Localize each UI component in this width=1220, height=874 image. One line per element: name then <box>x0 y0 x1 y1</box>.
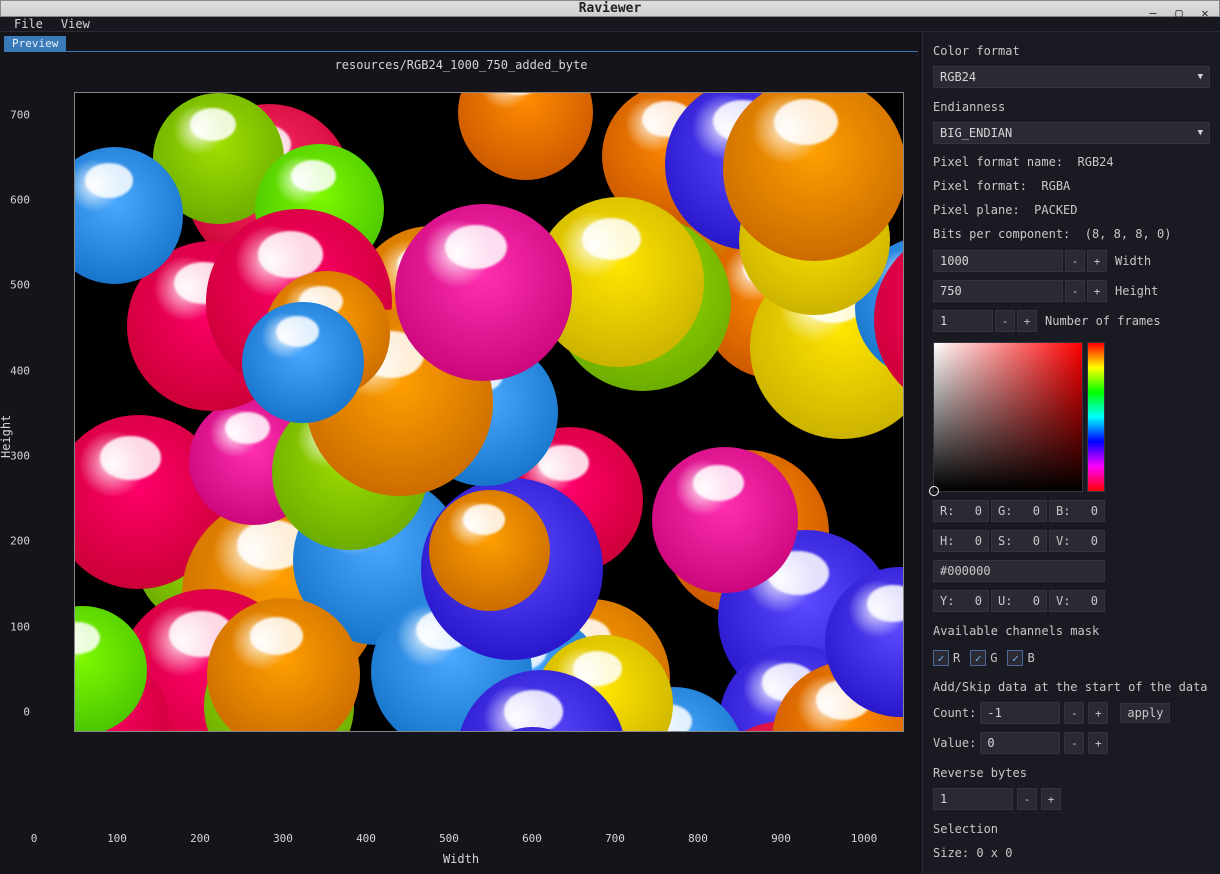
g-field[interactable]: G:0 <box>991 500 1047 522</box>
menu-file[interactable]: File <box>14 17 43 31</box>
width-input[interactable]: 1000 <box>933 250 1063 272</box>
reverse-input[interactable]: 1 <box>933 788 1013 810</box>
axis-y-ticks: 0100200300400500600700 <box>4 72 34 712</box>
image-content <box>652 447 797 592</box>
h-field[interactable]: H:0 <box>933 530 989 552</box>
plot-area: resources/RGB24_1000_750_added_byte Heig… <box>4 52 918 870</box>
u-field[interactable]: U:0 <box>991 590 1047 612</box>
pixel-format-name: Pixel format name: RGB24 <box>933 154 1210 170</box>
plot-title: resources/RGB24_1000_750_added_byte <box>4 58 918 72</box>
side-panel: Color format RGB24 ▼ Endianness BIG_ENDI… <box>922 32 1220 874</box>
y-tick: 0 <box>23 706 30 719</box>
y-tick: 400 <box>10 364 30 377</box>
frames-label: Number of frames <box>1039 314 1161 328</box>
channels-label: Available channels mask <box>933 622 1210 642</box>
endianness-label: Endianness <box>933 98 1210 118</box>
value-input[interactable]: 0 <box>980 732 1060 754</box>
width-plus-button[interactable]: + <box>1087 250 1107 272</box>
width-label: Width <box>1109 254 1151 268</box>
reverse-plus-button[interactable]: + <box>1041 788 1061 810</box>
y-tick: 100 <box>10 620 30 633</box>
y-tick: 300 <box>10 450 30 463</box>
x-tick: 1000 <box>851 832 878 845</box>
v2-field[interactable]: V:0 <box>1049 590 1105 612</box>
image-content <box>458 92 593 180</box>
x-tick: 400 <box>356 832 376 845</box>
y-tick: 600 <box>10 194 30 207</box>
pixel-format: Pixel format: RGBA <box>933 178 1210 194</box>
height-plus-button[interactable]: + <box>1087 280 1107 302</box>
r-field[interactable]: R:0 <box>933 500 989 522</box>
value-minus-button[interactable]: - <box>1064 732 1084 754</box>
titlebar: Raviewer — ▢ ✕ <box>0 0 1220 17</box>
selection-label: Selection <box>933 820 1210 840</box>
height-label: Height <box>1109 284 1158 298</box>
minimize-icon[interactable]: — <box>1145 5 1161 21</box>
axis-x-label: Width <box>443 852 479 866</box>
channel-r-checkbox[interactable]: ✓ <box>933 650 949 666</box>
y-tick: 500 <box>10 279 30 292</box>
count-label: Count: <box>933 706 976 720</box>
bits-per-component: Bits per component: (8, 8, 8, 0) <box>933 226 1210 242</box>
image-content <box>429 490 551 612</box>
maximize-icon[interactable]: ▢ <box>1171 5 1187 21</box>
x-tick: 600 <box>522 832 542 845</box>
tab-strip: Preview <box>4 34 918 52</box>
count-minus-button[interactable]: - <box>1064 702 1084 724</box>
x-tick: 0 <box>31 832 38 845</box>
height-input[interactable]: 750 <box>933 280 1063 302</box>
hex-field[interactable]: #000000 <box>933 560 1105 582</box>
frames-minus-button[interactable]: - <box>995 310 1015 332</box>
v-field[interactable]: V:0 <box>1049 530 1105 552</box>
b-field[interactable]: B:0 <box>1049 500 1105 522</box>
app-window: Raviewer — ▢ ✕ File View Preview resourc… <box>0 0 1220 855</box>
pixel-plane: Pixel plane: PACKED <box>933 202 1210 218</box>
x-tick: 200 <box>190 832 210 845</box>
s-field[interactable]: S:0 <box>991 530 1047 552</box>
reverse-minus-button[interactable]: - <box>1017 788 1037 810</box>
image-canvas[interactable] <box>74 92 904 732</box>
y-tick: 700 <box>10 108 30 121</box>
color-format-select[interactable]: RGB24 ▼ <box>933 66 1210 88</box>
x-tick: 800 <box>688 832 708 845</box>
menu-view[interactable]: View <box>61 17 90 31</box>
count-plus-button[interactable]: + <box>1088 702 1108 724</box>
endianness-select[interactable]: BIG_ENDIAN ▼ <box>933 122 1210 144</box>
width-minus-button[interactable]: - <box>1065 250 1085 272</box>
tab-preview[interactable]: Preview <box>4 36 66 51</box>
channel-b-checkbox[interactable]: ✓ <box>1007 650 1023 666</box>
reverse-label: Reverse bytes <box>933 764 1210 784</box>
x-tick: 300 <box>273 832 293 845</box>
image-content <box>242 302 364 424</box>
selection-size: Size: 0 x 0 <box>933 844 1210 864</box>
color-format-label: Color format <box>933 42 1210 62</box>
color-sv-cursor[interactable] <box>929 486 939 496</box>
apply-button[interactable]: apply <box>1120 703 1170 723</box>
x-tick: 700 <box>605 832 625 845</box>
window-title: Raviewer <box>579 1 642 16</box>
color-sv-picker[interactable] <box>933 342 1083 492</box>
axis-x-ticks: 01002003004005006007008009001000 <box>34 830 864 850</box>
x-tick: 500 <box>439 832 459 845</box>
y-tick: 200 <box>10 535 30 548</box>
height-minus-button[interactable]: - <box>1065 280 1085 302</box>
main-panel: Preview resources/RGB24_1000_750_added_b… <box>0 32 922 874</box>
menubar: File View <box>0 17 1220 32</box>
value-plus-button[interactable]: + <box>1088 732 1108 754</box>
color-hue-strip[interactable] <box>1087 342 1105 492</box>
channel-g-checkbox[interactable]: ✓ <box>970 650 986 666</box>
addskip-label: Add/Skip data at the start of the data <box>933 678 1210 698</box>
image-content <box>395 204 572 381</box>
frames-plus-button[interactable]: + <box>1017 310 1037 332</box>
x-tick: 900 <box>771 832 791 845</box>
value-label: Value: <box>933 736 976 750</box>
chevron-down-icon: ▼ <box>1198 72 1203 82</box>
frames-input[interactable]: 1 <box>933 310 993 332</box>
chevron-down-icon: ▼ <box>1198 128 1203 138</box>
y-field[interactable]: Y:0 <box>933 590 989 612</box>
x-tick: 100 <box>107 832 127 845</box>
count-input[interactable]: -1 <box>980 702 1060 724</box>
close-icon[interactable]: ✕ <box>1197 5 1213 21</box>
